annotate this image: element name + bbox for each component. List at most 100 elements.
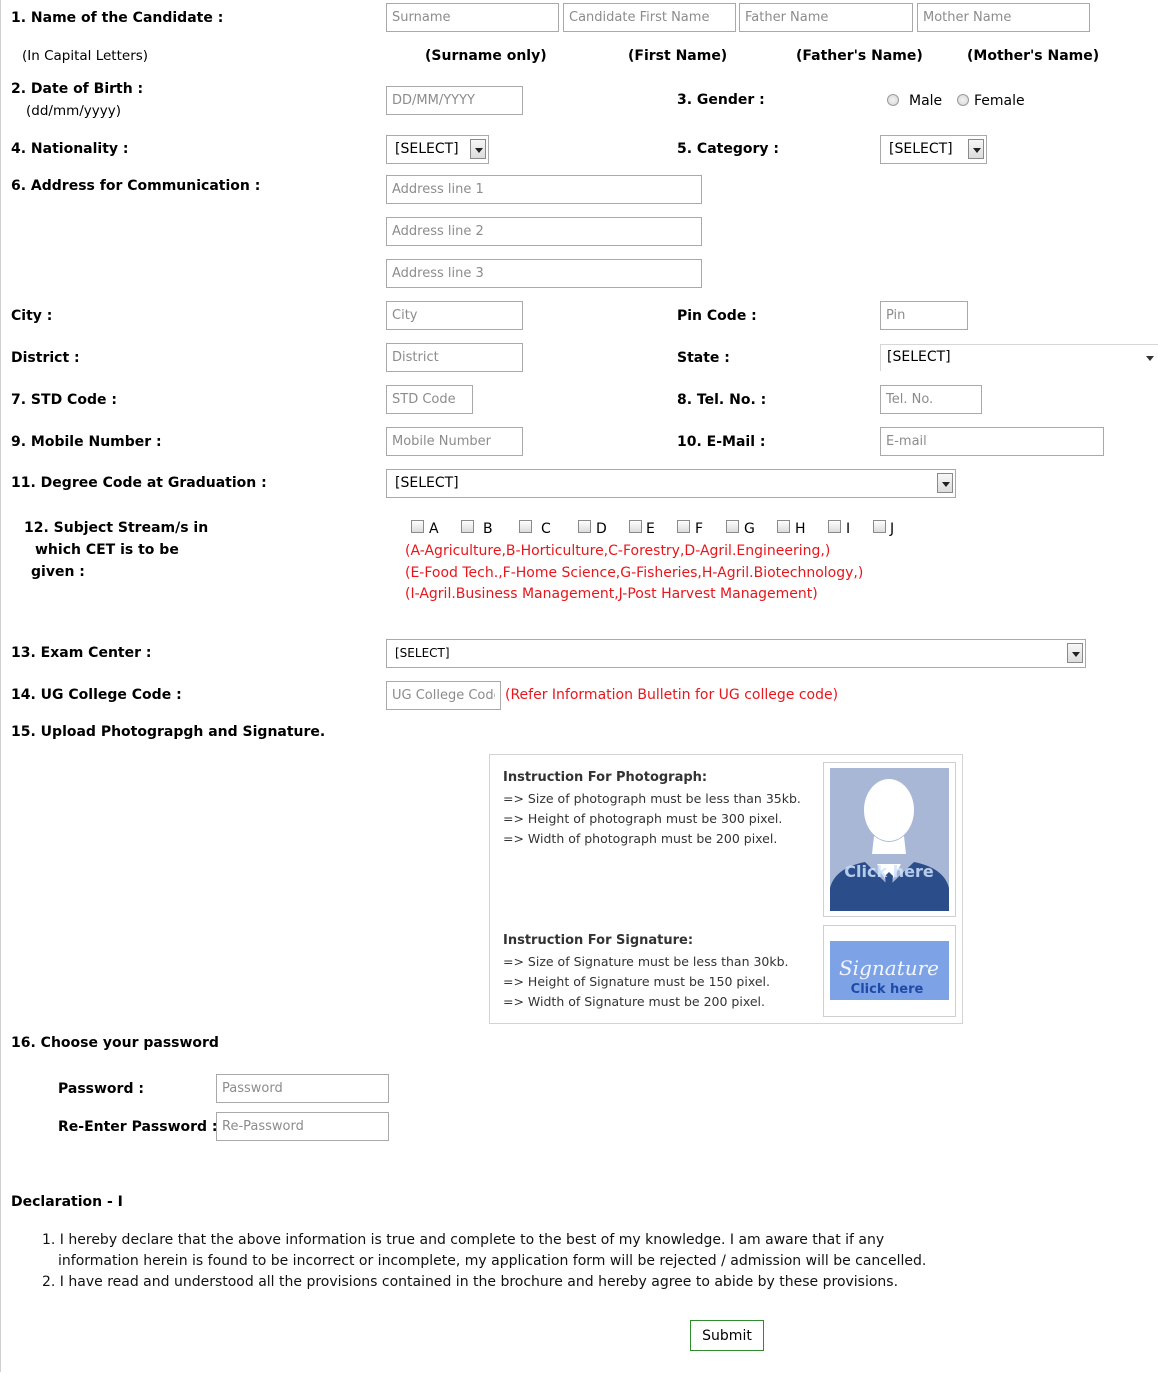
streams-legend-line2: (E-Food Tech.,F-Home Science,G-Fisheries… bbox=[405, 565, 864, 581]
declaration-item1-line1: 1. I hereby declare that the above infor… bbox=[42, 1232, 885, 1248]
district-input[interactable] bbox=[386, 343, 523, 372]
exam-center-label: 13. Exam Center : bbox=[11, 645, 152, 661]
exam-center-select[interactable]: [SELECT] bbox=[386, 639, 1086, 668]
mobile-label: 9. Mobile Number : bbox=[11, 434, 162, 450]
stream-c-checkbox[interactable] bbox=[519, 520, 532, 533]
stream-i-checkbox[interactable] bbox=[828, 520, 841, 533]
declaration-item2: 2. I have read and understood all the pr… bbox=[42, 1274, 899, 1290]
gender-label: 3. Gender : bbox=[677, 92, 765, 108]
state-label: State : bbox=[677, 350, 730, 366]
password-label: Password : bbox=[58, 1081, 144, 1097]
stream-g-checkbox[interactable] bbox=[726, 520, 739, 533]
mobile-input[interactable] bbox=[386, 427, 523, 456]
photo-rule-height: => Height of photograph must be 300 pixe… bbox=[503, 811, 783, 826]
ug-college-input[interactable] bbox=[386, 681, 501, 710]
chevron-down-icon bbox=[1067, 643, 1083, 663]
father-name-input[interactable] bbox=[739, 3, 913, 32]
mother-name-caption: (Mother's Name) bbox=[967, 48, 1100, 64]
pin-input[interactable] bbox=[880, 301, 968, 330]
dob-format-note: (dd/mm/yyyy) bbox=[26, 103, 122, 119]
stream-e-checkbox[interactable] bbox=[629, 520, 642, 533]
re-password-input[interactable] bbox=[216, 1112, 389, 1141]
stream-c-label: C bbox=[541, 521, 551, 537]
gender-male-label: Male bbox=[909, 93, 943, 109]
address-line3-input[interactable] bbox=[386, 259, 702, 288]
nationality-select[interactable]: [SELECT] bbox=[386, 135, 489, 164]
chevron-down-icon bbox=[937, 473, 953, 493]
tel-input[interactable] bbox=[880, 385, 982, 414]
ug-college-label: 14. UG College Code : bbox=[11, 687, 182, 703]
chevron-down-icon bbox=[470, 139, 486, 159]
stream-j-checkbox[interactable] bbox=[873, 520, 886, 533]
form-frame bbox=[0, 0, 1157, 1372]
address-line1-input[interactable] bbox=[386, 175, 702, 204]
degree-value: [SELECT] bbox=[395, 475, 459, 491]
photo-rule-width: => Width of photograph must be 200 pixel… bbox=[503, 831, 778, 846]
surname-caption: (Surname only) bbox=[425, 48, 547, 64]
std-input[interactable] bbox=[386, 385, 473, 414]
first-name-input[interactable] bbox=[563, 3, 736, 32]
upload-label: 15. Upload Photograpgh and Signature. bbox=[11, 724, 326, 740]
stream-h-checkbox[interactable] bbox=[777, 520, 790, 533]
declaration-item1-line2: information herein is found to be incorr… bbox=[58, 1253, 927, 1269]
stream-a-checkbox[interactable] bbox=[411, 520, 424, 533]
signature-upload-button[interactable]: Signature Click here bbox=[830, 941, 949, 1000]
gender-male-radio[interactable] bbox=[887, 94, 899, 106]
std-label: 7. STD Code : bbox=[11, 392, 117, 408]
stream-f-label: F bbox=[695, 521, 704, 537]
stream-f-checkbox[interactable] bbox=[677, 520, 690, 533]
photo-rule-size: => Size of photograph must be less than … bbox=[503, 791, 801, 806]
signature-rule-height: => Height of Signature must be 150 pixel… bbox=[503, 974, 770, 989]
category-select[interactable]: [SELECT] bbox=[880, 135, 987, 164]
pin-label: Pin Code : bbox=[677, 308, 757, 324]
capital-letters-note: (In Capital Letters) bbox=[22, 48, 149, 64]
category-label: 5. Category : bbox=[677, 141, 779, 157]
nationality-value: [SELECT] bbox=[395, 141, 459, 157]
gender-female-label: Female bbox=[974, 93, 1025, 109]
degree-select[interactable]: [SELECT] bbox=[386, 469, 956, 498]
signature-rule-width: => Width of Signature must be 200 pixel. bbox=[503, 994, 765, 1009]
mother-name-input[interactable] bbox=[917, 3, 1090, 32]
stream-h-label: H bbox=[795, 521, 806, 537]
photo-click-text: Click here bbox=[844, 862, 934, 881]
signature-instruction-title: Instruction For Signature: bbox=[503, 933, 694, 948]
photo-upload-button[interactable]: Click here bbox=[830, 768, 949, 911]
first-name-caption: (First Name) bbox=[628, 48, 728, 64]
submit-button[interactable]: Submit bbox=[690, 1320, 764, 1351]
email-label: 10. E-Mail : bbox=[677, 434, 766, 450]
district-label: District : bbox=[11, 350, 80, 366]
declaration-title: Declaration - I bbox=[11, 1194, 123, 1210]
stream-d-checkbox[interactable] bbox=[578, 520, 591, 533]
gender-female-radio[interactable] bbox=[957, 94, 969, 106]
address-line2-input[interactable] bbox=[386, 217, 702, 246]
photo-instruction-title: Instruction For Photograph: bbox=[503, 770, 708, 785]
stream-i-label: I bbox=[846, 521, 851, 537]
dob-input[interactable] bbox=[386, 86, 523, 115]
stream-b-checkbox[interactable] bbox=[461, 520, 474, 533]
category-value: [SELECT] bbox=[889, 141, 953, 157]
signature-click-text: Click here bbox=[851, 982, 924, 997]
ug-college-note: (Refer Information Bulletin for UG colle… bbox=[505, 687, 839, 703]
stream-b-label: B bbox=[483, 521, 493, 537]
email-input[interactable] bbox=[880, 427, 1104, 456]
streams-legend-line3: (I-Agril.Business Management,J-Post Harv… bbox=[405, 586, 818, 602]
stream-j-label: J bbox=[890, 521, 895, 537]
dob-label: 2. Date of Birth : bbox=[11, 81, 144, 97]
surname-input[interactable] bbox=[386, 3, 559, 32]
degree-label: 11. Degree Code at Graduation : bbox=[11, 475, 267, 491]
city-input[interactable] bbox=[386, 301, 523, 330]
exam-center-value: [SELECT] bbox=[395, 646, 450, 660]
streams-label-line2: which CET is to be bbox=[35, 542, 179, 558]
signature-rule-size: => Size of Signature must be less than 3… bbox=[503, 954, 789, 969]
stream-e-label: E bbox=[646, 521, 655, 537]
streams-label-line3: given : bbox=[31, 564, 85, 580]
father-name-caption: (Father's Name) bbox=[796, 48, 923, 64]
password-input[interactable] bbox=[216, 1074, 389, 1103]
state-select[interactable]: [SELECT] bbox=[880, 344, 1158, 371]
state-value: [SELECT] bbox=[887, 349, 951, 365]
streams-legend-line1: (A-Agriculture,B-Horticulture,C-Forestry… bbox=[405, 543, 831, 559]
city-label: City : bbox=[11, 308, 53, 324]
streams-label-line1: 12. Subject Stream/s in bbox=[24, 520, 209, 536]
chevron-down-icon bbox=[1146, 356, 1154, 361]
tel-label: 8. Tel. No. : bbox=[677, 392, 767, 408]
